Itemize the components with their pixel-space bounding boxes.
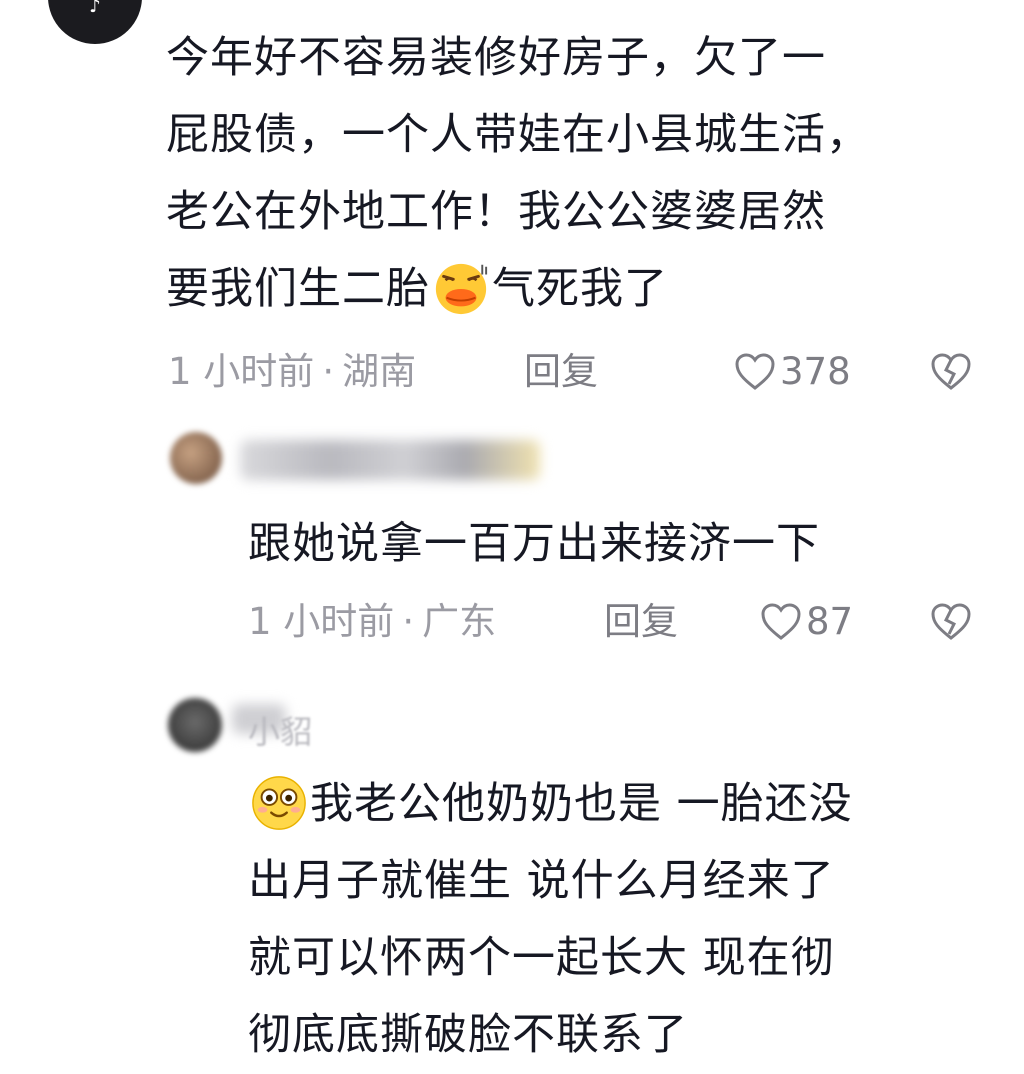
- reply1-username-blurred[interactable]: [240, 440, 540, 480]
- broken-heart-icon: [931, 603, 971, 640]
- main-comment-line-4-tail: 气死我了: [492, 264, 668, 314]
- heart-icon: [761, 603, 801, 640]
- main-comment-line-4-head: 要我们生二胎: [166, 264, 430, 314]
- reply2-username-fragment[interactable]: 小貂: [248, 712, 312, 752]
- tiktok-logo-icon: ♪: [89, 0, 101, 17]
- reply2-line-3: 就可以怀两个一起长大 现在彻: [248, 933, 835, 983]
- reply1-like-button[interactable]: 87: [760, 600, 853, 644]
- main-comment-like-button[interactable]: 378: [734, 350, 851, 394]
- main-comment-dislike-button[interactable]: [930, 352, 972, 396]
- main-comment-text: 今年好不容易装修好房子，欠了一 屁股债，一个人带娃在小县城生活， 老公在外地工作…: [166, 20, 996, 328]
- reply1-text: 跟她说拿一百万出来接济一下: [248, 519, 820, 569]
- main-comment-line-4: 要我们生二胎 气死我了: [166, 251, 996, 328]
- broken-heart-icon: [931, 353, 971, 390]
- main-comment-line-2: 屁股债，一个人带娃在小县城生活，: [166, 110, 870, 160]
- main-comment-line-1: 今年好不容易装修好房子，欠了一: [166, 33, 826, 83]
- reply1-meta: 1 小时前 · 广东: [248, 600, 497, 643]
- reply1-reply-button[interactable]: 回复: [604, 600, 678, 644]
- reply1-avatar[interactable]: [170, 432, 222, 484]
- avatar-main-commenter[interactable]: ♪: [48, 0, 142, 44]
- angry-duck-face-icon: [435, 263, 488, 314]
- main-comment-location: 湖南: [342, 350, 417, 393]
- main-comment-line-3: 老公在外地工作！我公公婆婆居然: [166, 187, 826, 237]
- reply1-dislike-button[interactable]: [930, 602, 972, 646]
- main-comment-reply-button[interactable]: 回复: [524, 350, 598, 394]
- main-comment-time: 1 小时前: [168, 350, 315, 393]
- smiling-face-icon: [252, 775, 306, 830]
- reply2-line-2: 出月子就催生 说什么月经来了: [248, 856, 835, 906]
- heart-icon: [735, 353, 775, 390]
- reply2-line-4: 彻底底撕破脸不联系了: [248, 1010, 688, 1060]
- reply2-line-1: 我老公他奶奶也是 一胎还没: [248, 766, 1008, 843]
- reply2-line-1-text: 我老公他奶奶也是 一胎还没: [310, 779, 853, 829]
- main-comment-like-count: 378: [780, 350, 851, 393]
- reply1-like-count: 87: [806, 600, 854, 643]
- reply2-avatar[interactable]: [168, 698, 222, 752]
- main-comment-meta: 1 小时前 · 湖南: [168, 350, 417, 393]
- reply1-location: 广东: [422, 600, 497, 643]
- reply2-text: 我老公他奶奶也是 一胎还没 出月子就催生 说什么月经来了 就可以怀两个一起长大 …: [248, 766, 1008, 1074]
- reply1-time: 1 小时前: [248, 600, 395, 643]
